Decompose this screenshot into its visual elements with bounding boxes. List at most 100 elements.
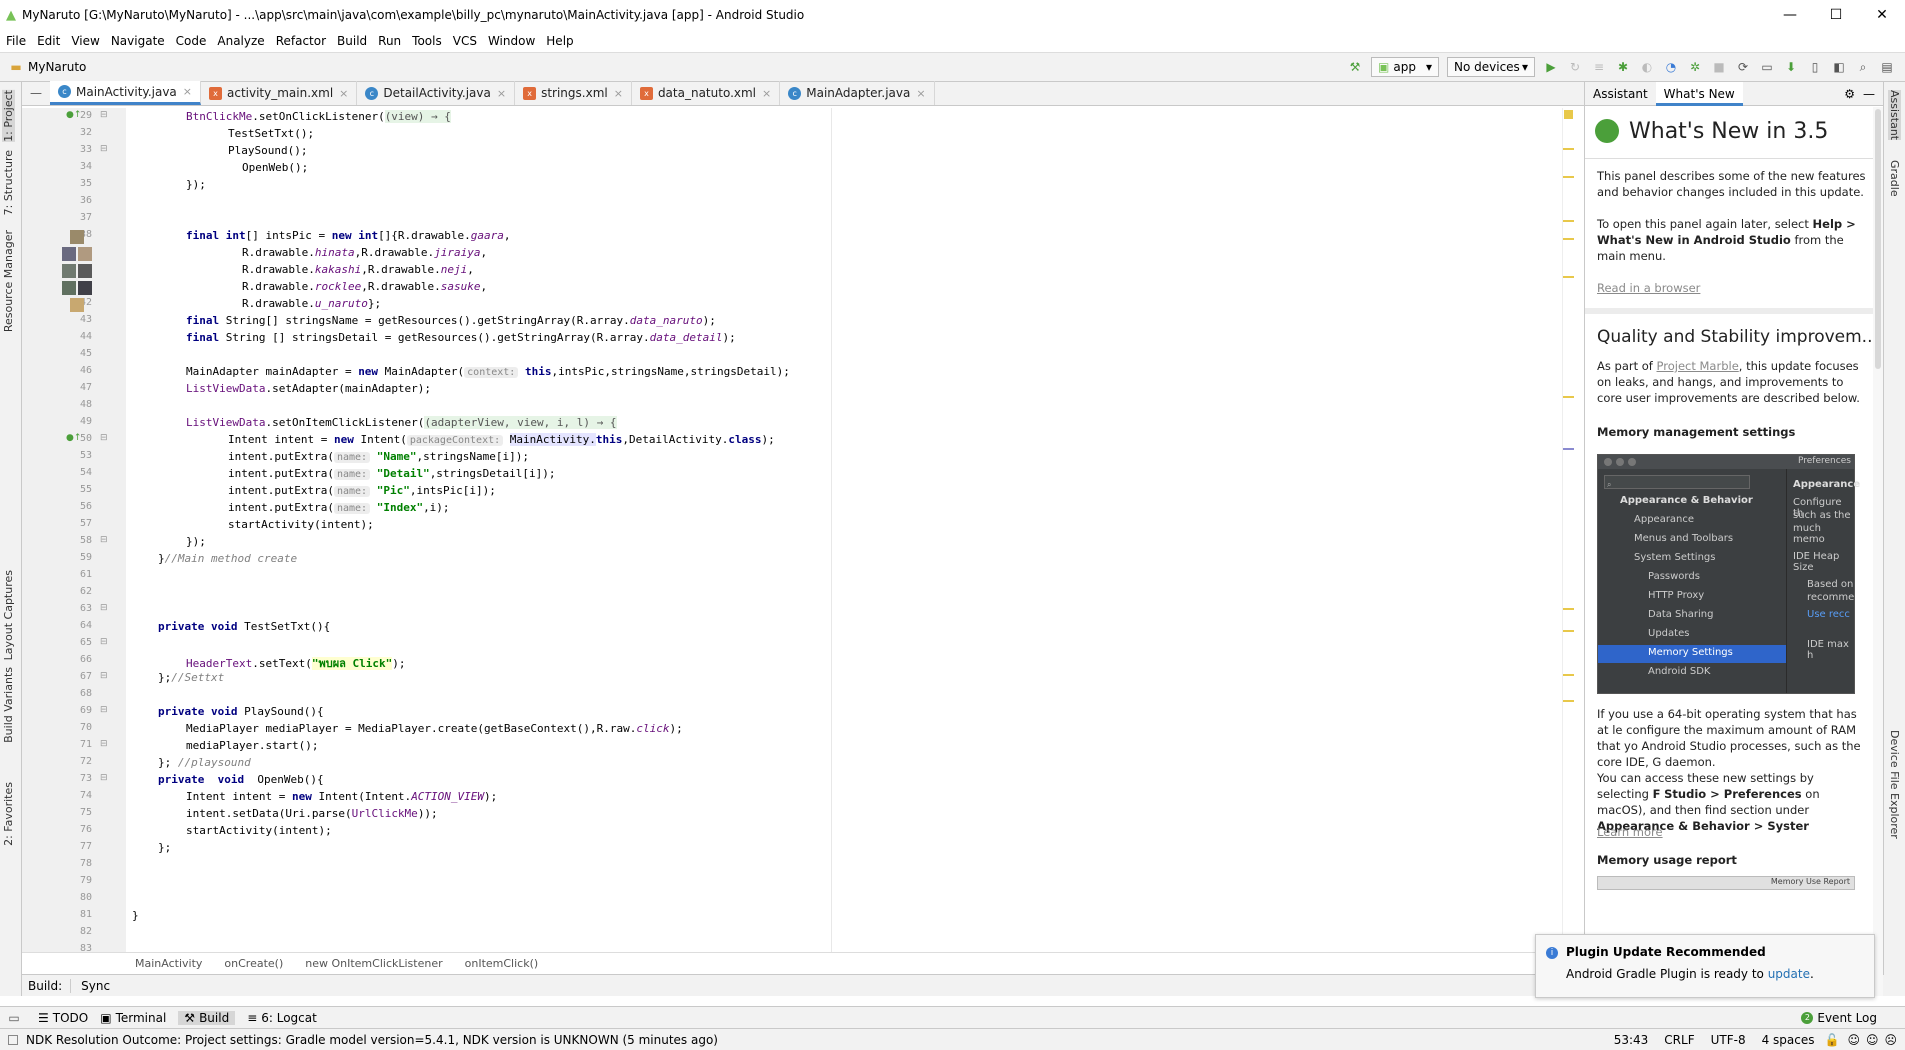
run-config-select[interactable]: ▣ app ▾: [1371, 57, 1439, 77]
build-sync-tab[interactable]: Sync: [70, 978, 120, 993]
layout-captures-tool-tab[interactable]: Layout Captures: [2, 570, 15, 660]
close-button[interactable]: ✕: [1859, 0, 1905, 30]
menu-tools[interactable]: Tools: [412, 34, 442, 48]
panel-scroll-thumb[interactable]: [1875, 109, 1881, 369]
file-encoding[interactable]: UTF-8: [1711, 1033, 1746, 1047]
menu-run[interactable]: Run: [378, 34, 401, 48]
fold-marker-icon[interactable]: ⊟: [100, 705, 108, 715]
feedback-frown-icon[interactable]: ☹: [1884, 1033, 1897, 1047]
inspection-status-icon[interactable]: [1564, 110, 1573, 119]
caret-position[interactable]: 53:43: [1614, 1033, 1649, 1047]
build-variants-tool-tab[interactable]: Build Variants: [2, 667, 15, 743]
toggle-tool-windows-icon[interactable]: ▭: [4, 1008, 24, 1028]
project-marble-link[interactable]: Project Marble: [1657, 359, 1739, 373]
layout-inspector-icon[interactable]: ◧: [1829, 57, 1849, 77]
fold-marker-icon[interactable]: ⊟: [100, 144, 108, 154]
learn-more-link[interactable]: Learn more: [1597, 825, 1663, 839]
menu-edit[interactable]: Edit: [37, 34, 60, 48]
breadcrumb-item[interactable]: onCreate(): [224, 957, 283, 970]
device-manager-icon[interactable]: ▯: [1805, 57, 1825, 77]
menu-navigate[interactable]: Navigate: [111, 34, 165, 48]
search-icon[interactable]: ⌕: [1853, 57, 1873, 77]
fold-marker-icon[interactable]: ⊟: [100, 110, 108, 120]
close-tab-icon[interactable]: ×: [614, 87, 623, 100]
debug-icon[interactable]: ✱: [1613, 57, 1633, 77]
gear-icon[interactable]: ⚙: [1844, 87, 1855, 101]
fold-marker-icon[interactable]: ⊟: [100, 637, 108, 647]
close-tab-icon[interactable]: ×: [762, 87, 771, 100]
assistant-tab[interactable]: Assistant: [1585, 87, 1656, 101]
status-message[interactable]: NDK Resolution Outcome: Project settings…: [26, 1033, 718, 1047]
warning-marker[interactable]: [1563, 148, 1574, 150]
override-marker-icon[interactable]: ●↑: [66, 433, 81, 443]
device-select[interactable]: No devices ▾: [1447, 57, 1535, 77]
lock-icon[interactable]: 🔓: [1825, 1033, 1840, 1047]
sync-gradle-icon[interactable]: ⟳: [1733, 57, 1753, 77]
warning-marker[interactable]: [1563, 674, 1574, 676]
favorites-tool-tab[interactable]: 2: Favorites: [2, 782, 15, 846]
hector-icon[interactable]: ☺: [1847, 1033, 1860, 1047]
fold-marker-icon[interactable]: ⊟: [100, 739, 108, 749]
warning-marker[interactable]: [1563, 630, 1574, 632]
profile-icon[interactable]: ◔: [1661, 57, 1681, 77]
fold-marker-icon[interactable]: ⊟: [100, 773, 108, 783]
menu-analyze[interactable]: Analyze: [217, 34, 264, 48]
device-file-explorer-tool-tab[interactable]: Device File Explorer: [1888, 730, 1901, 839]
override-marker-icon[interactable]: ●↑: [66, 110, 81, 120]
warning-marker[interactable]: [1563, 448, 1574, 450]
structure-icon[interactable]: ▤: [1877, 57, 1897, 77]
read-in-browser-link[interactable]: Read in a browser: [1597, 281, 1700, 295]
menu-code[interactable]: Code: [176, 34, 207, 48]
gradle-tool-tab[interactable]: Gradle: [1888, 160, 1901, 197]
warning-marker[interactable]: [1563, 176, 1574, 178]
warning-marker[interactable]: [1563, 396, 1574, 398]
event-log-button[interactable]: 2 Event Log: [1801, 1011, 1877, 1025]
indent-setting[interactable]: 4 spaces: [1762, 1033, 1815, 1047]
close-tab-icon[interactable]: ×: [339, 87, 348, 100]
hammer-icon[interactable]: ⚒: [1345, 57, 1365, 77]
menu-window[interactable]: Window: [488, 34, 535, 48]
close-tab-icon[interactable]: ×: [497, 87, 506, 100]
tab-todo[interactable]: ☰ TODO: [38, 1011, 88, 1025]
warning-marker[interactable]: [1563, 608, 1574, 610]
menu-vcs[interactable]: VCS: [453, 34, 477, 48]
coverage-icon[interactable]: ✲: [1685, 57, 1705, 77]
tab-strings-xml[interactable]: x strings.xml ×: [515, 81, 632, 105]
panel-scrollbar[interactable]: [1873, 107, 1883, 996]
project-tool-tab[interactable]: 1: Project: [2, 90, 15, 142]
collapse-icon[interactable]: —: [26, 81, 46, 105]
menu-help[interactable]: Help: [546, 34, 573, 48]
error-stripe[interactable]: [1562, 108, 1574, 952]
breadcrumb-item[interactable]: MainActivity: [135, 957, 202, 970]
tab-mainactivity-java[interactable]: c MainActivity.java ×: [50, 81, 201, 105]
menu-build[interactable]: Build: [337, 34, 367, 48]
tab-activity-main-xml[interactable]: x activity_main.xml ×: [201, 81, 358, 105]
maximize-button[interactable]: ☐: [1813, 0, 1859, 30]
warning-marker[interactable]: [1563, 276, 1574, 278]
assistant-tool-tab[interactable]: Assistant: [1888, 90, 1901, 141]
tab-data-natuto-xml[interactable]: x data_natuto.xml ×: [632, 81, 781, 105]
feedback-smile-icon[interactable]: ☺: [1866, 1033, 1879, 1047]
warning-marker[interactable]: [1563, 220, 1574, 222]
plugin-update-notification[interactable]: i Plugin Update Recommended Android Grad…: [1535, 934, 1875, 998]
warning-marker[interactable]: [1563, 700, 1574, 702]
run-icon[interactable]: ▶: [1541, 57, 1561, 77]
update-link[interactable]: update: [1768, 967, 1810, 981]
stop-icon[interactable]: ■: [1709, 57, 1729, 77]
attach-debugger-icon[interactable]: ◐: [1637, 57, 1657, 77]
tab-terminal[interactable]: ▣ Terminal: [100, 1011, 166, 1025]
tab-mainadapter-java[interactable]: c MainAdapter.java ×: [780, 81, 935, 105]
fold-marker-icon[interactable]: ⊟: [100, 433, 108, 443]
structure-tool-tab[interactable]: 7: Structure: [2, 150, 15, 215]
avd-manager-icon[interactable]: ▭: [1757, 57, 1777, 77]
menu-view[interactable]: View: [71, 34, 99, 48]
fold-marker-icon[interactable]: ⊟: [100, 603, 108, 613]
tab-logcat[interactable]: ≡ 6: Logcat: [247, 1011, 317, 1025]
close-tab-icon[interactable]: ×: [183, 85, 192, 98]
menu-file[interactable]: File: [6, 34, 26, 48]
fold-marker-icon[interactable]: ⊟: [100, 671, 108, 681]
hide-icon[interactable]: —: [1863, 87, 1875, 101]
resource-manager-tool-tab[interactable]: Resource Manager: [2, 230, 15, 332]
minimize-button[interactable]: —: [1767, 0, 1813, 30]
line-separator[interactable]: CRLF: [1664, 1033, 1694, 1047]
